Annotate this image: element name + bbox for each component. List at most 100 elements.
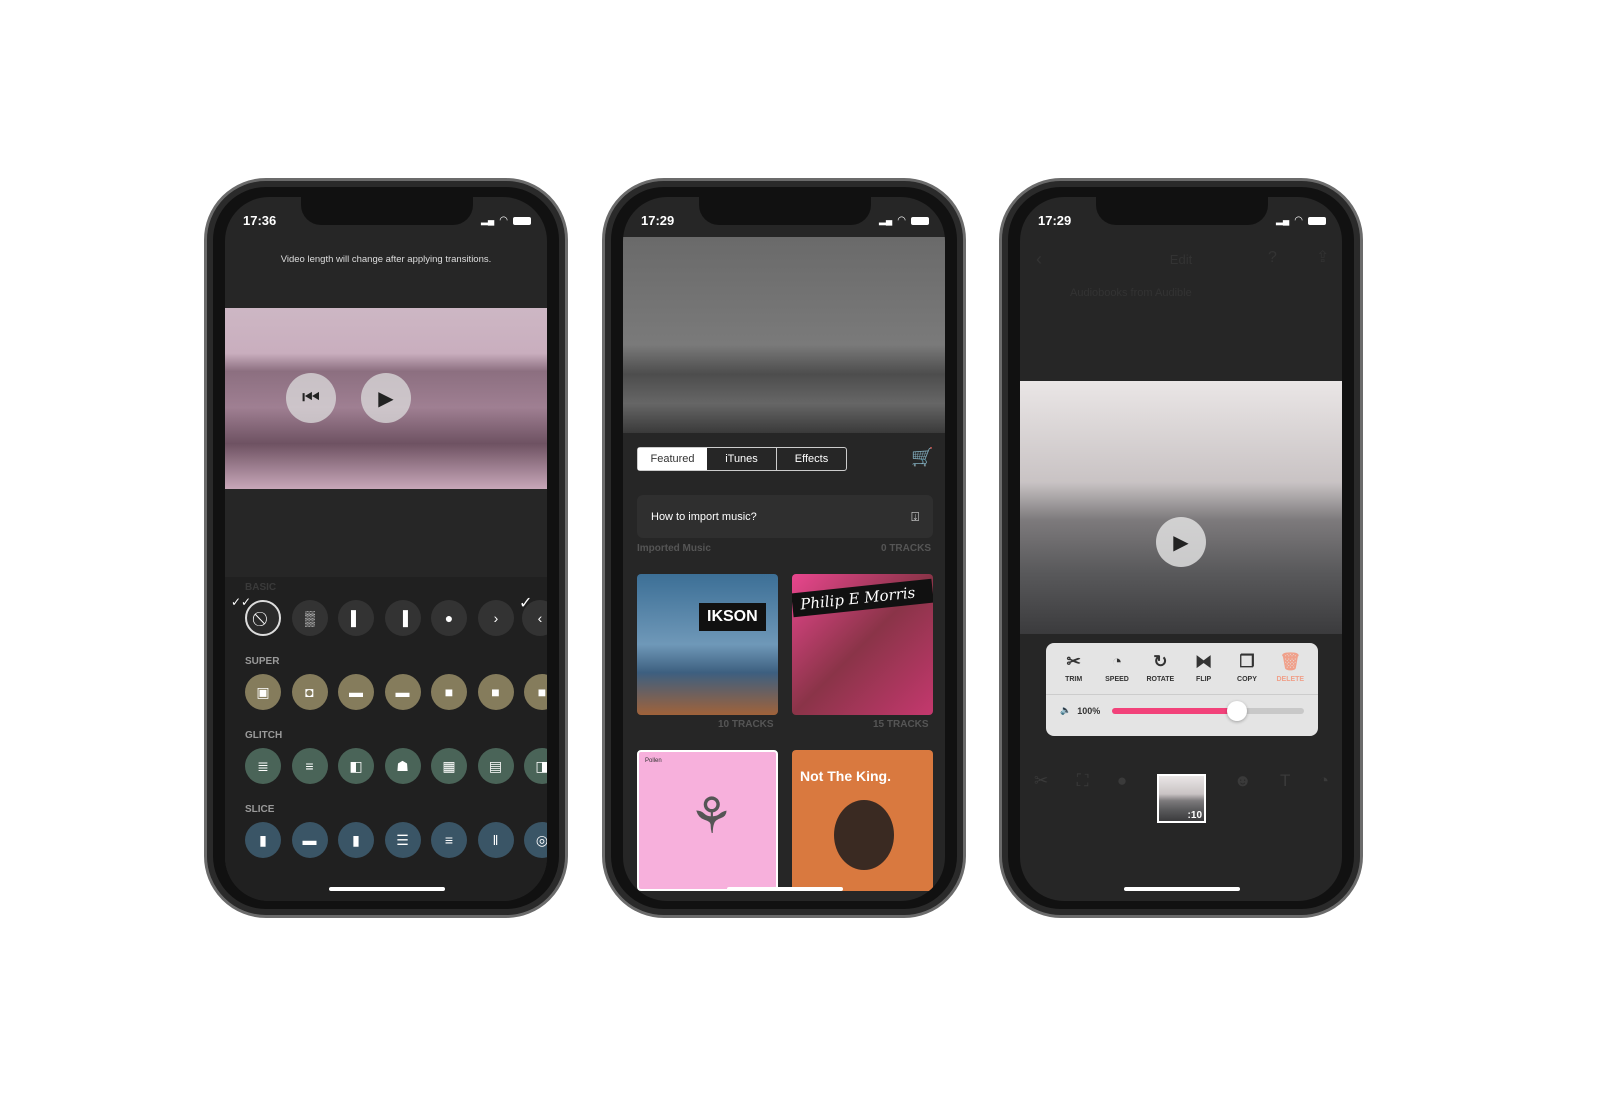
filter-icon: ● xyxy=(1116,771,1128,790)
tool-label: TRIM xyxy=(1065,676,1083,683)
copy-icon: ❐ xyxy=(1239,652,1255,671)
volume-fill xyxy=(1112,707,1237,714)
share-icon[interactable]: ⇪ xyxy=(1316,247,1329,267)
home-indicator xyxy=(1124,887,1240,891)
speed-icon: ◔ xyxy=(1111,652,1123,671)
home-indicator xyxy=(329,887,445,891)
tool-label: FLIP xyxy=(1196,676,1212,683)
battery-icon xyxy=(513,216,531,225)
skip-back-button[interactable]: ⏮ xyxy=(286,373,336,423)
slice-transition-1[interactable]: ▮ xyxy=(245,822,281,858)
screen: 17:36 ▂▄ ◠ Video length will change after… xyxy=(225,197,547,901)
battery-icon xyxy=(911,216,929,225)
trim-icon: ✂ xyxy=(1066,652,1081,671)
volume-slider[interactable] xyxy=(1112,700,1304,721)
clip-tools: ✂ TRIM ◔ SPEED ↻ ROTATE ⧓ FLIP ❐ COPY 🗑 DELETE xyxy=(1046,643,1318,695)
section-glitch: GLITCH xyxy=(245,730,283,741)
super-transition-6[interactable]: ■ xyxy=(477,674,514,710)
notch xyxy=(301,197,473,225)
imported-music-label: Imported Music xyxy=(637,543,711,554)
section-super: SUPER xyxy=(245,656,280,667)
super-transition-1[interactable]: ▣ xyxy=(245,674,281,710)
transition-none[interactable]: ⃠ xyxy=(245,600,281,636)
tab-effects[interactable]: Effects xyxy=(777,448,846,470)
slice-transition-5[interactable]: ≡ xyxy=(431,822,467,858)
album-ikson[interactable]: IKSON xyxy=(637,574,778,715)
super-transition-3[interactable]: ▬ xyxy=(338,674,374,710)
section-basic: BASIC xyxy=(245,582,277,593)
video-preview xyxy=(623,237,945,433)
transition-chevron-right[interactable]: › xyxy=(478,600,514,636)
glitch-transition-2[interactable]: ≡ xyxy=(291,748,328,784)
super-transition-5[interactable]: ■ xyxy=(431,674,467,710)
glitch-transition-6[interactable]: ▤ xyxy=(477,748,514,784)
clip-duration: :10 xyxy=(1187,810,1202,821)
ad-banner[interactable]: Audiobooks from Audible xyxy=(1030,281,1330,321)
delete-icon: 🗑 xyxy=(1279,652,1302,671)
import-icon: ⍗ xyxy=(911,508,919,524)
play-button[interactable]: ▶ xyxy=(361,373,411,423)
flip-icon: ⧓ xyxy=(1195,652,1213,671)
status-time: 17:36 xyxy=(243,213,277,228)
slice-transition-6[interactable]: ‖ xyxy=(477,822,514,858)
album-not-the-king[interactable]: Not The King. xyxy=(792,750,933,891)
album-title: IKSON xyxy=(699,603,766,631)
tool-flip[interactable]: ⧓ FLIP xyxy=(1182,652,1225,694)
video-preview xyxy=(1020,381,1342,634)
speed-icon: ◔ xyxy=(1318,771,1329,790)
volume-label: 100% xyxy=(1077,705,1101,716)
tool-delete[interactable]: 🗑 DELETE xyxy=(1269,652,1312,694)
slice-transition-4[interactable]: ☰ xyxy=(384,822,421,858)
clip-thumbnail[interactable]: :10 xyxy=(1157,774,1206,823)
album-pollen[interactable]: Pollen ⚘ xyxy=(637,750,778,891)
status-time: 17:29 xyxy=(1038,213,1072,228)
play-button[interactable]: ▶ xyxy=(1156,517,1206,567)
slice-transition-2[interactable]: ▬ xyxy=(291,822,328,858)
tool-rotate[interactable]: ↻ ROTATE xyxy=(1139,652,1182,694)
volume-knob[interactable] xyxy=(1226,700,1247,721)
text-icon: T xyxy=(1279,771,1291,790)
ad-title: Audiobooks from Audible xyxy=(1070,287,1192,299)
slice-transition-3[interactable]: ▮ xyxy=(338,822,374,858)
battery-icon xyxy=(1308,216,1326,225)
volume-row: 🔈 100% xyxy=(1046,695,1318,726)
transition-circle[interactable]: ● xyxy=(431,600,467,636)
phone-transitions: 17:36 ▂▄ ◠ Video length will change after… xyxy=(204,178,568,918)
notice-text: Video length will change after applying … xyxy=(280,254,492,265)
glitch-transition-4[interactable]: ☗ xyxy=(384,748,421,784)
album-title: Not The King. xyxy=(800,768,891,784)
tab-itunes[interactable]: iTunes xyxy=(707,448,777,470)
tool-speed[interactable]: ◔ SPEED xyxy=(1095,652,1138,694)
tool-trim[interactable]: ✂ TRIM xyxy=(1052,652,1095,694)
transition-dissolve[interactable]: ▒ xyxy=(292,600,328,636)
album-title: Pollen xyxy=(645,758,662,764)
album-philip-e-morris[interactable]: Philip E Morris xyxy=(792,574,933,715)
glitch-transition-1[interactable]: ≣ xyxy=(245,748,281,784)
imported-count: 0 TRACKS xyxy=(880,543,931,554)
emoji-icon: ☻ xyxy=(1233,771,1252,790)
notch xyxy=(1096,197,1268,225)
glitch-transition-3[interactable]: ◧ xyxy=(338,748,374,784)
album-tracks: 15 TRACKS xyxy=(873,719,929,730)
status-icons: ▂▄ ◠ xyxy=(1276,215,1326,226)
album-title: Philip E Morris xyxy=(792,578,933,618)
home-indicator xyxy=(727,887,843,891)
section-slice: SLICE xyxy=(245,804,275,815)
tab-featured[interactable]: Featured xyxy=(638,448,707,470)
super-transition-4[interactable]: ▬ xyxy=(384,674,421,710)
phone-music: 17:29 ▂▄ ◠ Featured iTunes Effects 🛒 How … xyxy=(602,178,966,918)
tool-copy[interactable]: ❐ COPY xyxy=(1225,652,1268,694)
super-transition-2[interactable]: ◘ xyxy=(291,674,328,710)
glitch-transition-5[interactable]: ▦ xyxy=(431,748,467,784)
screen: 17:29 ▂▄ ◠ ‹ Edit ? ⇪ Audiobooks from Aud… xyxy=(1020,197,1342,901)
cart-icon[interactable]: 🛒 xyxy=(911,447,933,468)
import-help-row[interactable]: How to import music? ⍗ xyxy=(637,495,933,538)
transition-fade-right[interactable]: ▐ xyxy=(385,600,421,636)
transition-fade-left[interactable]: ▌ xyxy=(338,600,374,636)
volume-icon: 🔈 xyxy=(1060,705,1072,715)
header-title: Edit xyxy=(1169,252,1193,267)
crop-icon: ⛶ xyxy=(1076,771,1089,790)
portrait xyxy=(834,800,894,870)
help-icon[interactable]: ? xyxy=(1268,249,1277,267)
notch xyxy=(699,197,871,225)
